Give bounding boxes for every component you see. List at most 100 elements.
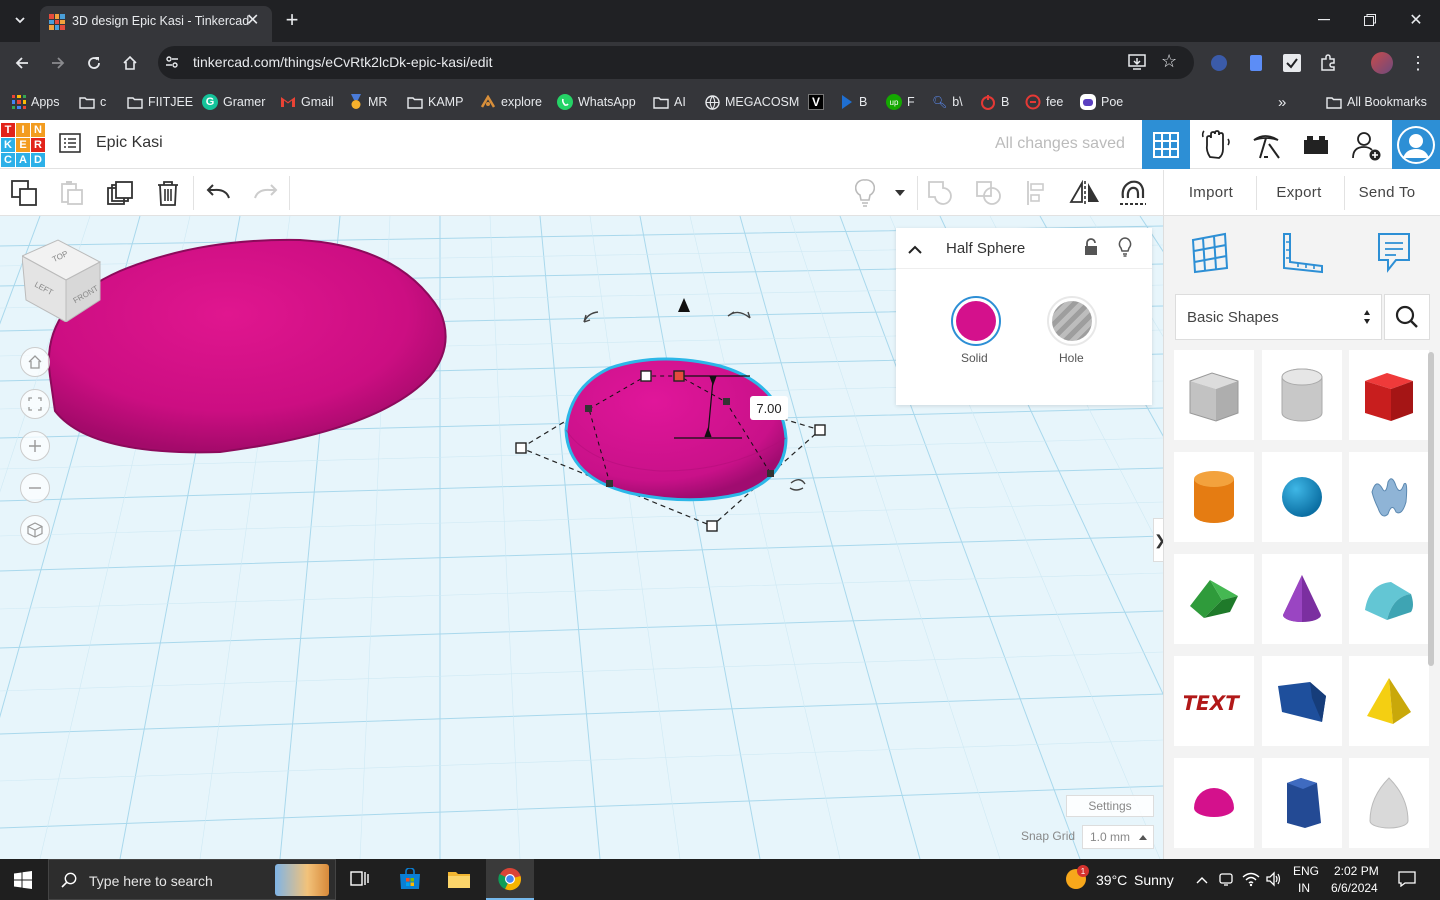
design-list-icon[interactable] — [59, 133, 81, 158]
bookmark-gmail[interactable]: Gmail — [280, 92, 334, 112]
bookmark-mr[interactable]: MR — [349, 92, 387, 112]
shape-sphere[interactable] — [1262, 452, 1342, 542]
meet-now-icon[interactable] — [1218, 871, 1234, 890]
import-button[interactable]: Import — [1172, 170, 1250, 214]
shape-round-roof[interactable] — [1349, 554, 1429, 644]
site-info-icon[interactable] — [165, 55, 179, 72]
home-view-button[interactable] — [20, 347, 50, 377]
bookmark-b-red[interactable]: B — [980, 92, 1009, 112]
language-bottom[interactable]: IN — [1298, 881, 1310, 895]
shape-wedge[interactable] — [1262, 656, 1342, 746]
3d-view-button[interactable] — [1142, 120, 1190, 169]
bookmark-whatsapp[interactable]: WhatsApp — [557, 92, 636, 112]
cruise-button[interactable] — [1110, 170, 1156, 216]
taskbar-search-box[interactable]: Type here to search — [48, 859, 336, 900]
solid-color-button[interactable] — [951, 296, 1001, 346]
new-tab-icon[interactable]: + — [280, 7, 304, 32]
fit-view-button[interactable] — [20, 389, 50, 419]
inspector-collapse-icon[interactable] — [908, 241, 922, 259]
align-button[interactable] — [1014, 170, 1060, 216]
close-window-icon[interactable]: ✕ — [1404, 8, 1428, 32]
show-all-dropdown[interactable] — [885, 170, 915, 216]
sim-lab-button[interactable] — [1192, 120, 1240, 169]
clock-date[interactable]: 6/6/2024 — [1331, 881, 1378, 895]
weather-text[interactable]: Sunny — [1134, 872, 1174, 888]
shape-category-select[interactable]: Basic Shapes — [1175, 294, 1382, 340]
settings-button[interactable]: Settings — [1066, 795, 1154, 817]
extensions-puzzle-icon[interactable] — [1318, 53, 1338, 73]
visibility-lightbulb-icon[interactable] — [1118, 237, 1132, 262]
weather-icon[interactable]: 1 — [1066, 865, 1089, 889]
restore-icon[interactable] — [1358, 8, 1382, 32]
bookmark-folder-kamp[interactable]: KAMP — [407, 92, 463, 112]
zoom-out-button[interactable] — [20, 473, 50, 503]
shape-box[interactable] — [1349, 350, 1429, 440]
extension-checkbox-icon[interactable] — [1282, 53, 1302, 73]
bookmark-folder-fiitjee[interactable]: FIITJEE — [127, 92, 193, 112]
view-cube[interactable]: TOP LEFT FRONT — [20, 238, 106, 323]
bookmarks-overflow-icon[interactable]: » — [1278, 92, 1286, 112]
bookmark-folder-c[interactable]: c — [79, 92, 106, 112]
language-top[interactable]: ENG — [1293, 864, 1319, 878]
extension-icon-2[interactable] — [1246, 53, 1266, 73]
notifications-icon[interactable] — [1398, 871, 1416, 890]
ungroup-button[interactable] — [966, 170, 1012, 216]
bricks-button[interactable] — [1242, 120, 1290, 169]
windows-start-icon[interactable] — [14, 871, 32, 892]
show-all-button[interactable] — [845, 170, 885, 216]
bookmark-star-icon[interactable]: ☆ — [1161, 51, 1177, 72]
tinkercad-logo[interactable]: T I N K E R C A D — [1, 123, 45, 167]
mirror-button[interactable] — [1062, 170, 1108, 216]
bookmark-explore[interactable]: explore — [480, 92, 542, 112]
tab-close-icon[interactable]: ✕ — [246, 10, 259, 30]
paste-button[interactable] — [48, 170, 96, 216]
export-button[interactable]: Export — [1260, 170, 1338, 214]
duplicate-button[interactable] — [96, 170, 144, 216]
bookmark-upwork[interactable]: up F — [886, 92, 915, 112]
network-icon[interactable] — [1242, 871, 1260, 890]
minimize-icon[interactable] — [1312, 8, 1336, 32]
bookmark-apps[interactable]: Apps — [12, 92, 60, 112]
shape-half-sphere[interactable] — [1174, 758, 1254, 848]
bookmark-fee[interactable]: fee — [1025, 92, 1063, 112]
tab-tinkercad[interactable]: 3D design Epic Kasi - Tinkercad ✕ — [40, 6, 272, 42]
shape-pyramid[interactable] — [1349, 656, 1429, 746]
home-icon[interactable] — [118, 51, 142, 75]
bookmark-folder-ai[interactable]: AI — [653, 92, 686, 112]
send-to-button[interactable]: Send To — [1348, 170, 1426, 214]
ruler-tool-button[interactable] — [1278, 228, 1326, 276]
shape-scribble[interactable] — [1349, 452, 1429, 542]
snap-grid-select[interactable]: 1.0 mm — [1082, 825, 1154, 849]
dimension-input[interactable]: 7.00 — [750, 396, 788, 420]
shape-text[interactable]: TEXT — [1174, 656, 1254, 746]
back-icon[interactable] — [10, 51, 34, 75]
file-explorer-icon[interactable] — [447, 869, 471, 892]
browser-menu-icon[interactable]: ⋮ — [1406, 51, 1430, 75]
notes-tool-button[interactable] — [1370, 228, 1418, 276]
shape-paraboloid[interactable] — [1349, 758, 1429, 848]
shape-cone[interactable] — [1262, 554, 1342, 644]
workplane-tool-button[interactable] — [1186, 228, 1234, 276]
volume-icon[interactable] — [1266, 871, 1282, 890]
all-bookmarks[interactable]: All Bookmarks — [1326, 92, 1427, 112]
bookmark-poe[interactable]: Poe — [1080, 92, 1123, 112]
group-button[interactable] — [918, 170, 964, 216]
shape-roof[interactable] — [1174, 554, 1254, 644]
forward-icon[interactable] — [46, 51, 70, 75]
codeblocks-button[interactable] — [1292, 120, 1340, 169]
zoom-in-button[interactable] — [20, 431, 50, 461]
shape-search-button[interactable] — [1384, 294, 1430, 340]
collapse-panel-button[interactable]: ❯ — [1153, 518, 1163, 562]
bookmark-megacosm[interactable]: MEGACOSM — [705, 92, 799, 112]
bookmark-v[interactable]: V — [808, 92, 824, 112]
install-app-icon[interactable] — [1128, 54, 1146, 74]
bookmark-b-blue[interactable]: B — [840, 92, 867, 112]
delete-button[interactable] — [144, 170, 192, 216]
bookmark-gramer[interactable]: G Gramer — [202, 92, 265, 112]
reload-icon[interactable] — [82, 51, 106, 75]
show-hidden-icons[interactable] — [1196, 873, 1208, 887]
chrome-taskbar-button[interactable] — [486, 859, 534, 900]
microsoft-store-icon[interactable] — [398, 867, 422, 893]
perspective-button[interactable] — [20, 515, 50, 545]
shape-cylinder[interactable] — [1174, 452, 1254, 542]
